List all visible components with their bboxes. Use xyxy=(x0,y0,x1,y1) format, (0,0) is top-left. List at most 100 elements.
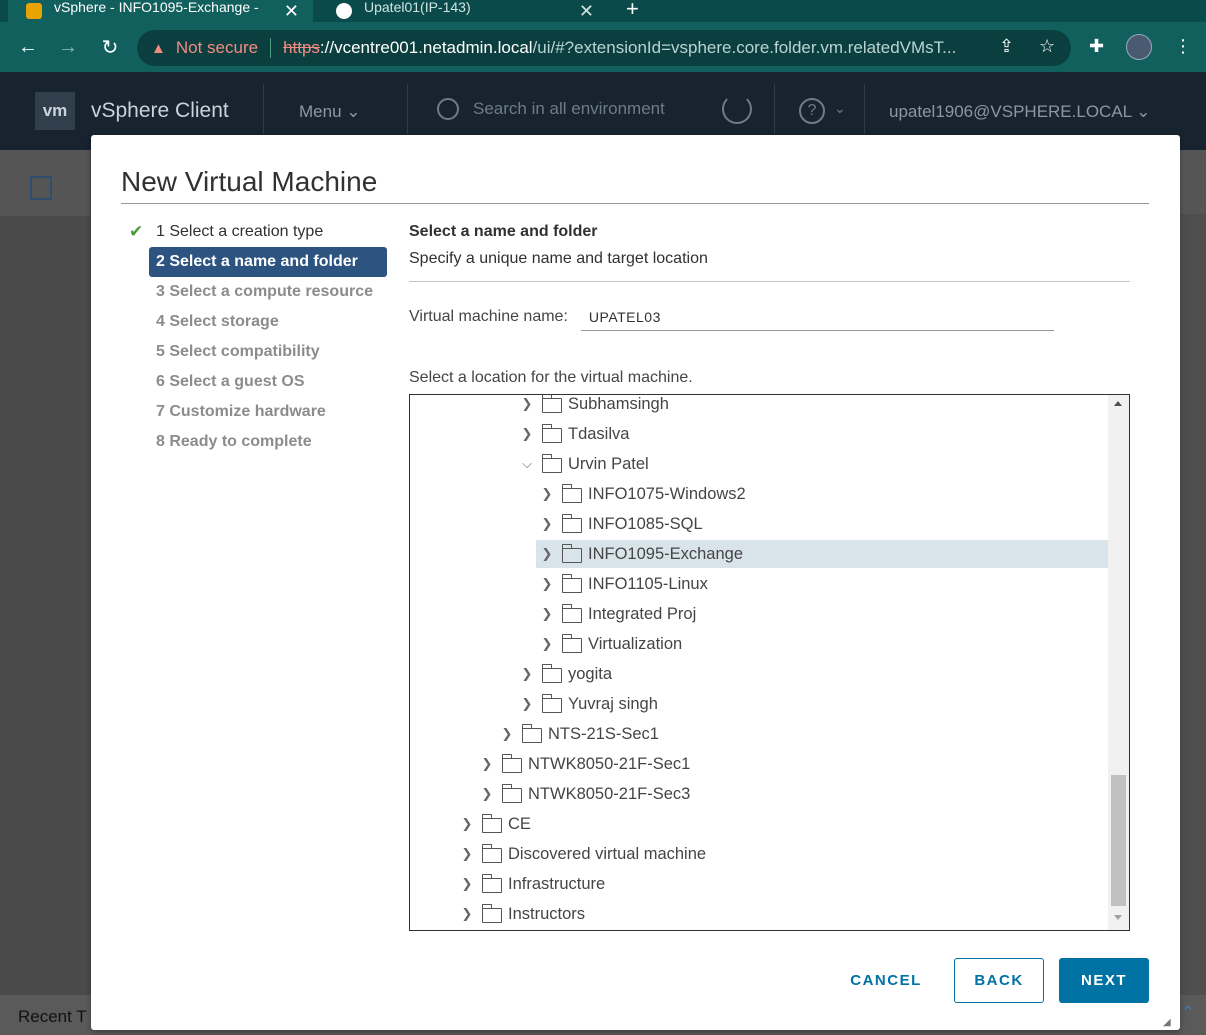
search-icon xyxy=(437,98,459,120)
divider xyxy=(121,203,1149,204)
expand-panel-icon[interactable]: ⌃ xyxy=(1181,1003,1195,1023)
chevron-right-icon[interactable]: ❯ xyxy=(459,876,475,892)
tree-node-label: Discovered virtual machine xyxy=(508,844,707,863)
chevron-right-icon[interactable]: ❯ xyxy=(539,636,555,652)
tree-node[interactable]: ❯ Virtualization xyxy=(410,630,1108,658)
cancel-button[interactable]: CANCEL xyxy=(841,958,931,1003)
tree-node[interactable]: ❯ Infrastructure xyxy=(410,870,1108,898)
vm-logo: vm xyxy=(35,92,75,130)
step-content: Select a name and folder Specify a uniqu… xyxy=(409,223,1130,386)
chevron-right-icon[interactable]: ❯ xyxy=(459,846,475,862)
chevron-right-icon[interactable]: ❯ xyxy=(519,666,535,682)
chevron-right-icon[interactable]: ❯ xyxy=(519,426,535,442)
chevron-right-icon[interactable]: ❯ xyxy=(459,816,475,832)
chevron-right-icon[interactable]: ❯ xyxy=(479,756,495,772)
browser-menu-icon[interactable]: ⋮ xyxy=(1174,36,1192,57)
tree-node[interactable]: ❯ INFO1105-Linux xyxy=(410,570,1108,598)
tree-node[interactable]: ❯ NTWK8050-21F-Sec3 xyxy=(410,780,1108,808)
browser-tab-upatel[interactable]: Upatel01(IP-143) ✕ xyxy=(318,0,608,22)
folder-icon xyxy=(481,844,502,863)
tree-node[interactable]: ❯ NTWK8050-21F-Sec1 xyxy=(410,750,1108,778)
tree-node[interactable]: ❯ NTS-21S-Sec1 xyxy=(410,720,1108,748)
next-button[interactable]: NEXT xyxy=(1059,958,1149,1003)
back-button[interactable]: BACK xyxy=(954,958,1044,1003)
back-arrow-icon[interactable]: ← xyxy=(13,32,43,62)
step-label: 1 Select a creation type xyxy=(156,223,324,240)
chevron-right-icon[interactable]: ❯ xyxy=(499,726,515,742)
close-tab-icon[interactable]: ✕ xyxy=(579,1,594,22)
resize-grip-icon[interactable]: ◢ xyxy=(1163,1017,1171,1028)
section-subtitle: Specify a unique name and target locatio… xyxy=(409,250,708,267)
chevron-down-icon[interactable]: ⌵ xyxy=(519,456,535,472)
profile-avatar[interactable] xyxy=(1126,34,1152,60)
folder-icon xyxy=(541,694,562,713)
user-menu[interactable]: upatel1906@VSPHERE.LOCAL ⌄ xyxy=(889,102,1150,122)
browser-tab-vsphere[interactable]: vSphere - INFO1095-Exchange - ✕ xyxy=(8,0,313,22)
tree-node[interactable]: ❯ Tdasilva xyxy=(410,420,1108,448)
url-path: /ui/#?extensionId=vsphere.core.folder.vm… xyxy=(532,38,957,57)
tree-node[interactable]: ❯ Instructors xyxy=(410,900,1108,928)
tree-node[interactable]: ❯ Integrated Proj xyxy=(410,600,1108,628)
section-title: Select a name and folder xyxy=(409,223,598,240)
tree-node[interactable]: ❯ yogita xyxy=(410,660,1108,688)
step-label: 5 Select compatibility xyxy=(156,343,320,360)
bookmark-star-icon[interactable]: ☆ xyxy=(1039,36,1055,57)
chevron-right-icon[interactable]: ❯ xyxy=(519,396,535,412)
folder-icon xyxy=(561,514,582,533)
browser-tabstrip: vSphere - INFO1095-Exchange - ✕ Upatel01… xyxy=(0,0,1206,22)
forward-arrow-icon[interactable]: → xyxy=(53,32,83,62)
tree-node[interactable]: ❯ INFO1095-Exchange xyxy=(536,540,1108,568)
close-tab-icon[interactable]: ✕ xyxy=(284,1,299,22)
address-bar[interactable]: ▲ Not secure https://vcentre001.netadmin… xyxy=(137,30,1071,66)
app-title: vSphere Client xyxy=(91,99,229,122)
scroll-down-arrow-icon[interactable] xyxy=(1114,915,1122,920)
refresh-icon[interactable] xyxy=(722,94,752,124)
reload-icon[interactable]: ↻ xyxy=(95,32,125,62)
not-secure-label[interactable]: Not secure xyxy=(176,38,258,58)
chevron-right-icon[interactable]: ❯ xyxy=(539,606,555,622)
chevron-right-icon[interactable]: ❯ xyxy=(539,486,555,502)
divider xyxy=(409,281,1130,282)
vsphere-favicon-icon xyxy=(26,3,42,19)
tree-node[interactable]: ❯ INFO1075-Windows2 xyxy=(410,480,1108,508)
tree-node-label: Subhamsingh xyxy=(568,394,669,413)
global-search[interactable]: Search in all environment xyxy=(437,98,665,120)
step-label: 4 Select storage xyxy=(156,313,279,330)
step-label: 2 Select a name and folder xyxy=(156,253,358,270)
step-label: 3 Select a compute resource xyxy=(156,283,373,300)
new-tab-icon[interactable]: + xyxy=(626,0,639,22)
chevron-right-icon[interactable]: ❯ xyxy=(539,546,555,562)
share-icon[interactable]: ⇪ xyxy=(999,36,1014,57)
tree-node[interactable]: ⌵ Urvin Patel xyxy=(410,450,1108,478)
chevron-right-icon[interactable]: ❯ xyxy=(459,906,475,922)
wizard-step-1[interactable]: ✔ 1 Select a creation type xyxy=(129,217,387,247)
tree-node[interactable]: ❯ Subhamsingh xyxy=(410,394,1108,418)
tree-node-label: Yuvraj singh xyxy=(568,694,658,713)
scrollbar-thumb[interactable] xyxy=(1111,775,1126,906)
divider xyxy=(774,84,775,134)
chevron-right-icon[interactable]: ❯ xyxy=(479,786,495,802)
chevron-down-icon[interactable]: ⌄ xyxy=(834,100,846,117)
tree-node-label: INFO1105-Linux xyxy=(588,574,708,593)
tree-node[interactable]: ❯ Yuvraj singh xyxy=(410,690,1108,718)
extensions-puzzle-icon[interactable]: ✚ xyxy=(1089,36,1104,57)
tree-scrollbar[interactable] xyxy=(1108,395,1129,930)
tree-node[interactable]: ❯ INFO1085-SQL xyxy=(410,510,1108,538)
chevron-right-icon[interactable]: ❯ xyxy=(539,576,555,592)
help-icon[interactable]: ? xyxy=(799,98,825,124)
vm-name-input[interactable] xyxy=(580,303,1054,331)
tree-node[interactable]: ❯ CE xyxy=(410,810,1108,838)
wizard-step-2[interactable]: 2 Select a name and folder xyxy=(149,247,387,277)
chevron-right-icon[interactable]: ❯ xyxy=(539,516,555,532)
menu-dropdown[interactable]: Menu ⌄ xyxy=(299,102,361,122)
divider xyxy=(270,38,272,58)
folder-icon xyxy=(481,814,502,833)
tree-node[interactable]: ❯ Discovered virtual machine xyxy=(410,840,1108,868)
folder-icon xyxy=(481,904,502,923)
divider xyxy=(407,84,408,134)
folder-icon xyxy=(501,754,522,773)
divider xyxy=(263,84,264,134)
tree-node-label: Integrated Proj xyxy=(588,604,697,623)
scroll-up-arrow-icon[interactable] xyxy=(1114,401,1122,406)
chevron-right-icon[interactable]: ❯ xyxy=(519,696,535,712)
